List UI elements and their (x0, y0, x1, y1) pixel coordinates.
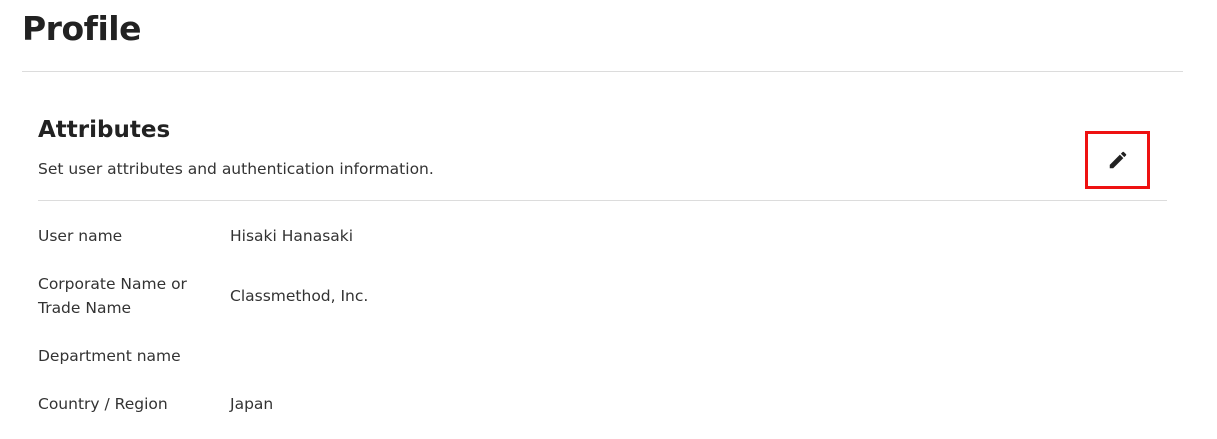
section-title: Attributes (38, 117, 171, 143)
attribute-label-corporate-name-line1: Corporate Name or (38, 275, 187, 293)
attribute-label-corporate-name: Corporate Name or Trade Name (38, 272, 218, 320)
pencil-icon (1109, 151, 1126, 169)
section-divider (38, 200, 1167, 201)
section-description: Set user attributes and authentication i… (38, 160, 434, 178)
attribute-label-department-name: Department name (38, 347, 181, 365)
attribute-value-country-region: Japan (230, 395, 274, 413)
attribute-value-corporate-name: Classmethod, Inc. (230, 287, 369, 305)
attribute-value-user-name: Hisaki Hanasaki (230, 227, 354, 245)
attribute-label-country-region: Country / Region (38, 395, 168, 413)
attribute-label-user-name: User name (38, 227, 123, 245)
edit-attributes-button[interactable] (1085, 131, 1150, 189)
page-title: Profile (22, 9, 142, 48)
title-divider (22, 71, 1183, 72)
attribute-label-corporate-name-line2: Trade Name (38, 299, 132, 317)
